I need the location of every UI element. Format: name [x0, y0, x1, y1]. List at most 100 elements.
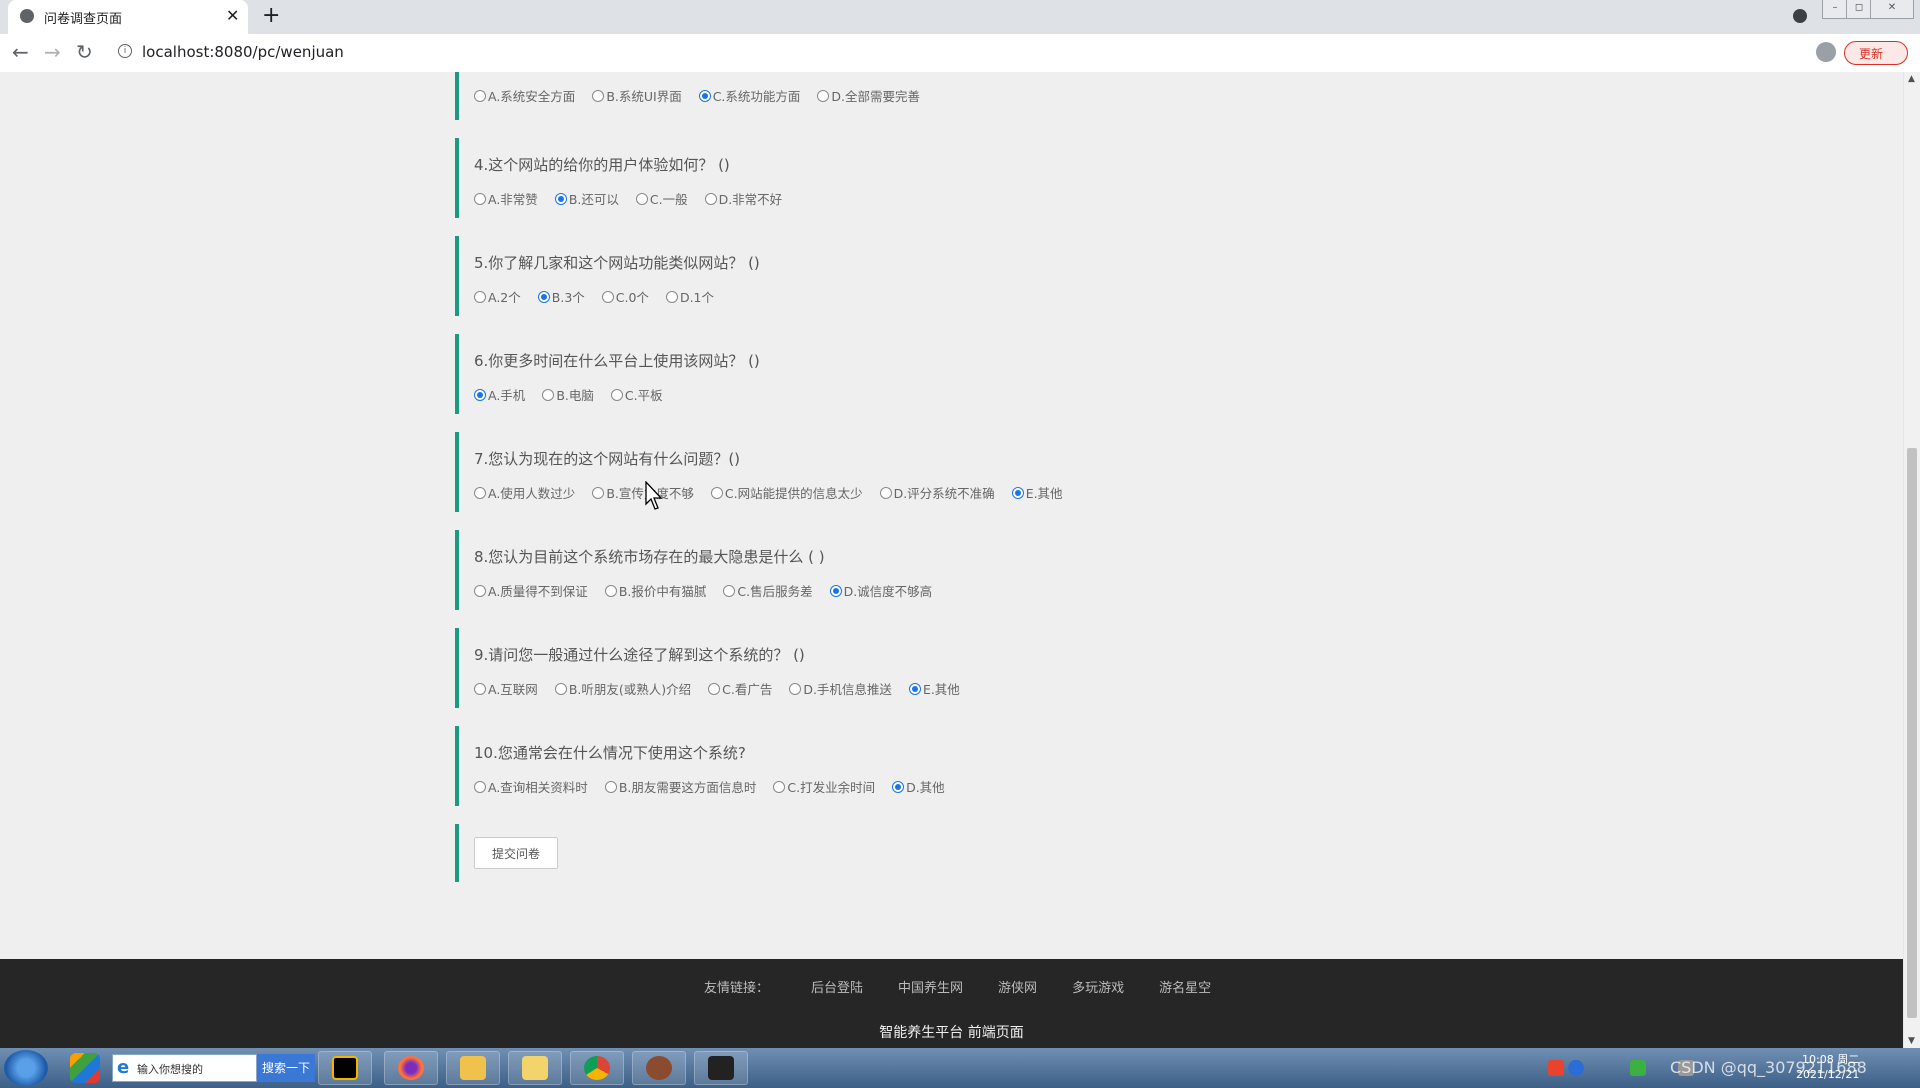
- option-label[interactable]: C.0个: [616, 290, 649, 305]
- page-scrollbar[interactable]: ▲ ▼: [1903, 72, 1920, 1048]
- survey.questions.5-option[interactable]: D.手机信息推送: [789, 679, 892, 698]
- option-label[interactable]: D.非常不好: [719, 192, 783, 207]
- reload-icon[interactable]: ↻: [76, 40, 93, 64]
- option-label[interactable]: C.一般: [650, 192, 688, 207]
- media-app-task-button[interactable]: [632, 1051, 686, 1085]
- radio-button[interactable]: [892, 781, 905, 793]
- survey.questions.4-option[interactable]: B.报价中有猫腻: [604, 581, 706, 600]
- radio-button[interactable]: [908, 683, 921, 695]
- survey.questions.5-option[interactable]: E.其他: [908, 679, 960, 698]
- radio-button[interactable]: [704, 193, 717, 205]
- option-label[interactable]: A.使用人数过少: [488, 486, 575, 501]
- survey.questions.0-option[interactable]: D.非常不好: [704, 189, 783, 208]
- option-label[interactable]: B.朋友需要这方面信息时: [619, 780, 757, 795]
- option-label[interactable]: C.售后服务差: [737, 584, 812, 599]
- back-icon[interactable]: ←: [12, 40, 29, 64]
- option-label[interactable]: B.电脑: [556, 388, 594, 403]
- submit-survey-button[interactable]: 提交问卷: [474, 837, 558, 869]
- survey.questions.3-option[interactable]: B.宣传力度不够: [592, 483, 694, 502]
- url-text[interactable]: localhost:8080/pc/wenjuan: [142, 43, 344, 61]
- survey.partial_question-option[interactable]: D.全部需要完善: [817, 86, 920, 105]
- new-tab-button[interactable]: +: [262, 3, 280, 28]
- radio-button[interactable]: [554, 193, 567, 205]
- intellij-task-button[interactable]: [318, 1051, 372, 1085]
- terminal-task-button[interactable]: [694, 1051, 748, 1085]
- radio-button[interactable]: [554, 683, 567, 695]
- option-label[interactable]: C.看广告: [722, 682, 772, 697]
- radio-button[interactable]: [474, 193, 486, 205]
- radio-button[interactable]: [474, 781, 486, 793]
- tab-search-icon[interactable]: [1793, 9, 1807, 23]
- radio-button[interactable]: [708, 683, 721, 695]
- input-method-icon[interactable]: [1548, 1060, 1564, 1076]
- option-label[interactable]: D.其他: [906, 780, 945, 795]
- survey.questions.2-option[interactable]: C.平板: [610, 385, 663, 404]
- survey.questions.6-option[interactable]: D.其他: [892, 777, 945, 796]
- radio-button[interactable]: [474, 487, 486, 499]
- survey.partial_question-option[interactable]: B.系统UI界面: [592, 86, 682, 105]
- radio-button[interactable]: [789, 683, 802, 695]
- option-label[interactable]: B.3个: [552, 290, 585, 305]
- radio-button[interactable]: [592, 90, 605, 102]
- radio-button[interactable]: [474, 683, 486, 695]
- radio-button[interactable]: [829, 585, 842, 597]
- option-label[interactable]: E.其他: [923, 682, 960, 697]
- radio-button[interactable]: [710, 487, 723, 499]
- option-label[interactable]: A.2个: [488, 290, 521, 305]
- clock-date[interactable]: 2021/12/21: [1796, 1068, 1859, 1081]
- survey.questions.0-option[interactable]: C.一般: [635, 189, 688, 208]
- option-label[interactable]: D.全部需要完善: [831, 89, 920, 104]
- minimize-button[interactable]: –: [1822, 0, 1848, 19]
- radio-button[interactable]: [474, 90, 486, 102]
- start-button[interactable]: [4, 1050, 48, 1086]
- survey.questions.0-option[interactable]: A.非常赞: [474, 189, 538, 208]
- option-label[interactable]: B.系统UI界面: [606, 89, 681, 104]
- radio-button[interactable]: [474, 389, 486, 401]
- radio-button[interactable]: [474, 291, 486, 303]
- footer-link-health-site[interactable]: 中国养生网: [898, 981, 963, 996]
- survey.questions.2-option[interactable]: B.电脑: [542, 385, 594, 404]
- option-label[interactable]: A.系统安全方面: [488, 89, 575, 104]
- option-label[interactable]: E.其他: [1026, 486, 1063, 501]
- survey.questions.5-option[interactable]: A.互联网: [474, 679, 538, 698]
- radio-button[interactable]: [817, 90, 830, 102]
- radio-button[interactable]: [1011, 487, 1024, 499]
- survey.questions.1-option[interactable]: B.3个: [537, 287, 585, 306]
- radio-button[interactable]: [542, 389, 555, 401]
- survey.partial_question-option[interactable]: A.系统安全方面: [474, 86, 575, 105]
- radio-button[interactable]: [604, 585, 617, 597]
- app-launcher-icon[interactable]: [70, 1053, 100, 1083]
- survey.questions.2-option[interactable]: A.手机: [474, 385, 525, 404]
- info-icon[interactable]: i: [118, 44, 132, 58]
- survey.questions.0-option[interactable]: B.还可以: [554, 189, 619, 208]
- footer-link-duowan[interactable]: 多玩游戏: [1072, 981, 1124, 996]
- survey.questions.1-option[interactable]: A.2个: [474, 287, 521, 306]
- survey.questions.4-option[interactable]: D.诚信度不够高: [829, 581, 932, 600]
- radio-button[interactable]: [604, 781, 617, 793]
- survey.questions.1-option[interactable]: D.1个: [665, 287, 714, 306]
- survey.questions.4-option[interactable]: C.售后服务差: [723, 581, 813, 600]
- address-bar[interactable]: i localhost:8080/pc/wenjuan ⌕ ☆: [108, 37, 1902, 67]
- radio-button[interactable]: [610, 389, 623, 401]
- battery-icon[interactable]: [1630, 1060, 1646, 1076]
- survey.questions.6-option[interactable]: C.打发业余时间: [773, 777, 875, 796]
- option-label[interactable]: C.平板: [625, 388, 663, 403]
- option-label[interactable]: D.1个: [680, 290, 714, 305]
- survey.questions.6-option[interactable]: B.朋友需要这方面信息时: [604, 777, 757, 796]
- update-button[interactable]: 更新: [1844, 41, 1908, 65]
- radio-button[interactable]: [723, 585, 736, 597]
- option-label[interactable]: B.听朋友(或熟人)介绍: [569, 682, 691, 697]
- survey.partial_question-option[interactable]: C.系统功能方面: [698, 86, 800, 105]
- option-label[interactable]: A.质量得不到保证: [488, 584, 588, 599]
- footer-link-youming[interactable]: 游名星空: [1159, 981, 1211, 996]
- option-label[interactable]: A.手机: [488, 388, 525, 403]
- taskbar-search-input[interactable]: 输入你想搜的: [137, 1061, 203, 1077]
- survey.questions.4-option[interactable]: A.质量得不到保证: [474, 581, 588, 600]
- survey.questions.3-option[interactable]: A.使用人数过少: [474, 483, 575, 502]
- profile-avatar-icon[interactable]: [1816, 42, 1836, 62]
- option-label[interactable]: C.打发业余时间: [787, 780, 875, 795]
- radio-button[interactable]: [592, 487, 605, 499]
- radio-button[interactable]: [601, 291, 614, 303]
- maximize-button[interactable]: ◻: [1846, 0, 1872, 19]
- file-explorer-task-button[interactable]: [446, 1051, 500, 1085]
